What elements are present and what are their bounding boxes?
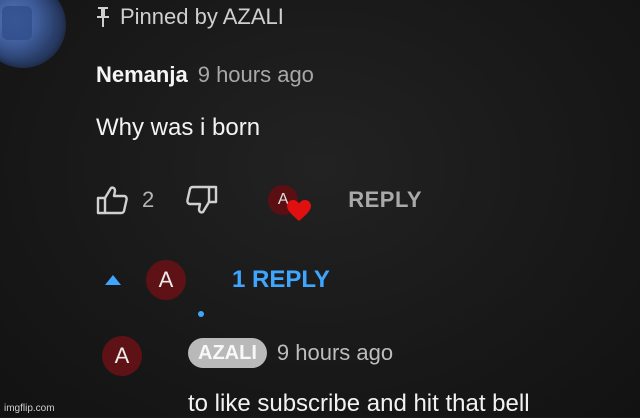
comment-text: Why was i born	[96, 114, 261, 141]
new-reply-indicator	[198, 311, 204, 317]
reply-author-avatar[interactable]: A	[102, 336, 142, 376]
creator-avatar: A	[146, 260, 186, 300]
like-count: 2	[142, 187, 155, 212]
thumbs-up-icon[interactable]	[96, 185, 130, 215]
comment-timestamp[interactable]: 9 hours ago	[198, 62, 314, 88]
commenter-avatar[interactable]	[0, 0, 66, 68]
avatar-image	[2, 6, 32, 40]
heart-icon	[287, 200, 312, 221]
watermark: imgflip.com	[4, 403, 55, 414]
reply-avatar-letter: A	[114, 343, 130, 368]
creator-heart-badge[interactable]: A	[268, 185, 312, 221]
comment-meta: Nemanja 9 hours ago	[96, 62, 314, 88]
caret-up-icon[interactable]	[104, 274, 122, 286]
view-replies-button[interactable]: 1 REPLY	[232, 266, 330, 294]
comment-actions: 2 A REPLY	[96, 182, 422, 221]
replies-toggle-row[interactable]: A 1 REPLY	[104, 258, 330, 302]
reply-avatar-circle: A	[102, 336, 142, 376]
comment-author[interactable]: Nemanja	[96, 62, 188, 88]
reply-meta: AZALI 9 hours ago	[188, 338, 393, 368]
pinned-indicator: Pinned by AZALI	[96, 4, 284, 30]
reply-author-chip[interactable]: AZALI	[188, 338, 267, 368]
pin-icon	[96, 6, 110, 28]
reply-text: to like subscribe and hit that bell	[188, 390, 530, 417]
thumbs-down-icon[interactable]	[184, 185, 218, 215]
pinned-label: Pinned by AZALI	[120, 4, 284, 29]
comment-thread: Pinned by AZALI Nemanja 9 hours ago Why …	[0, 0, 640, 417]
reply-button[interactable]: REPLY	[348, 187, 422, 213]
creator-avatar-letter: A	[158, 267, 174, 292]
reply-timestamp[interactable]: 9 hours ago	[277, 340, 393, 366]
